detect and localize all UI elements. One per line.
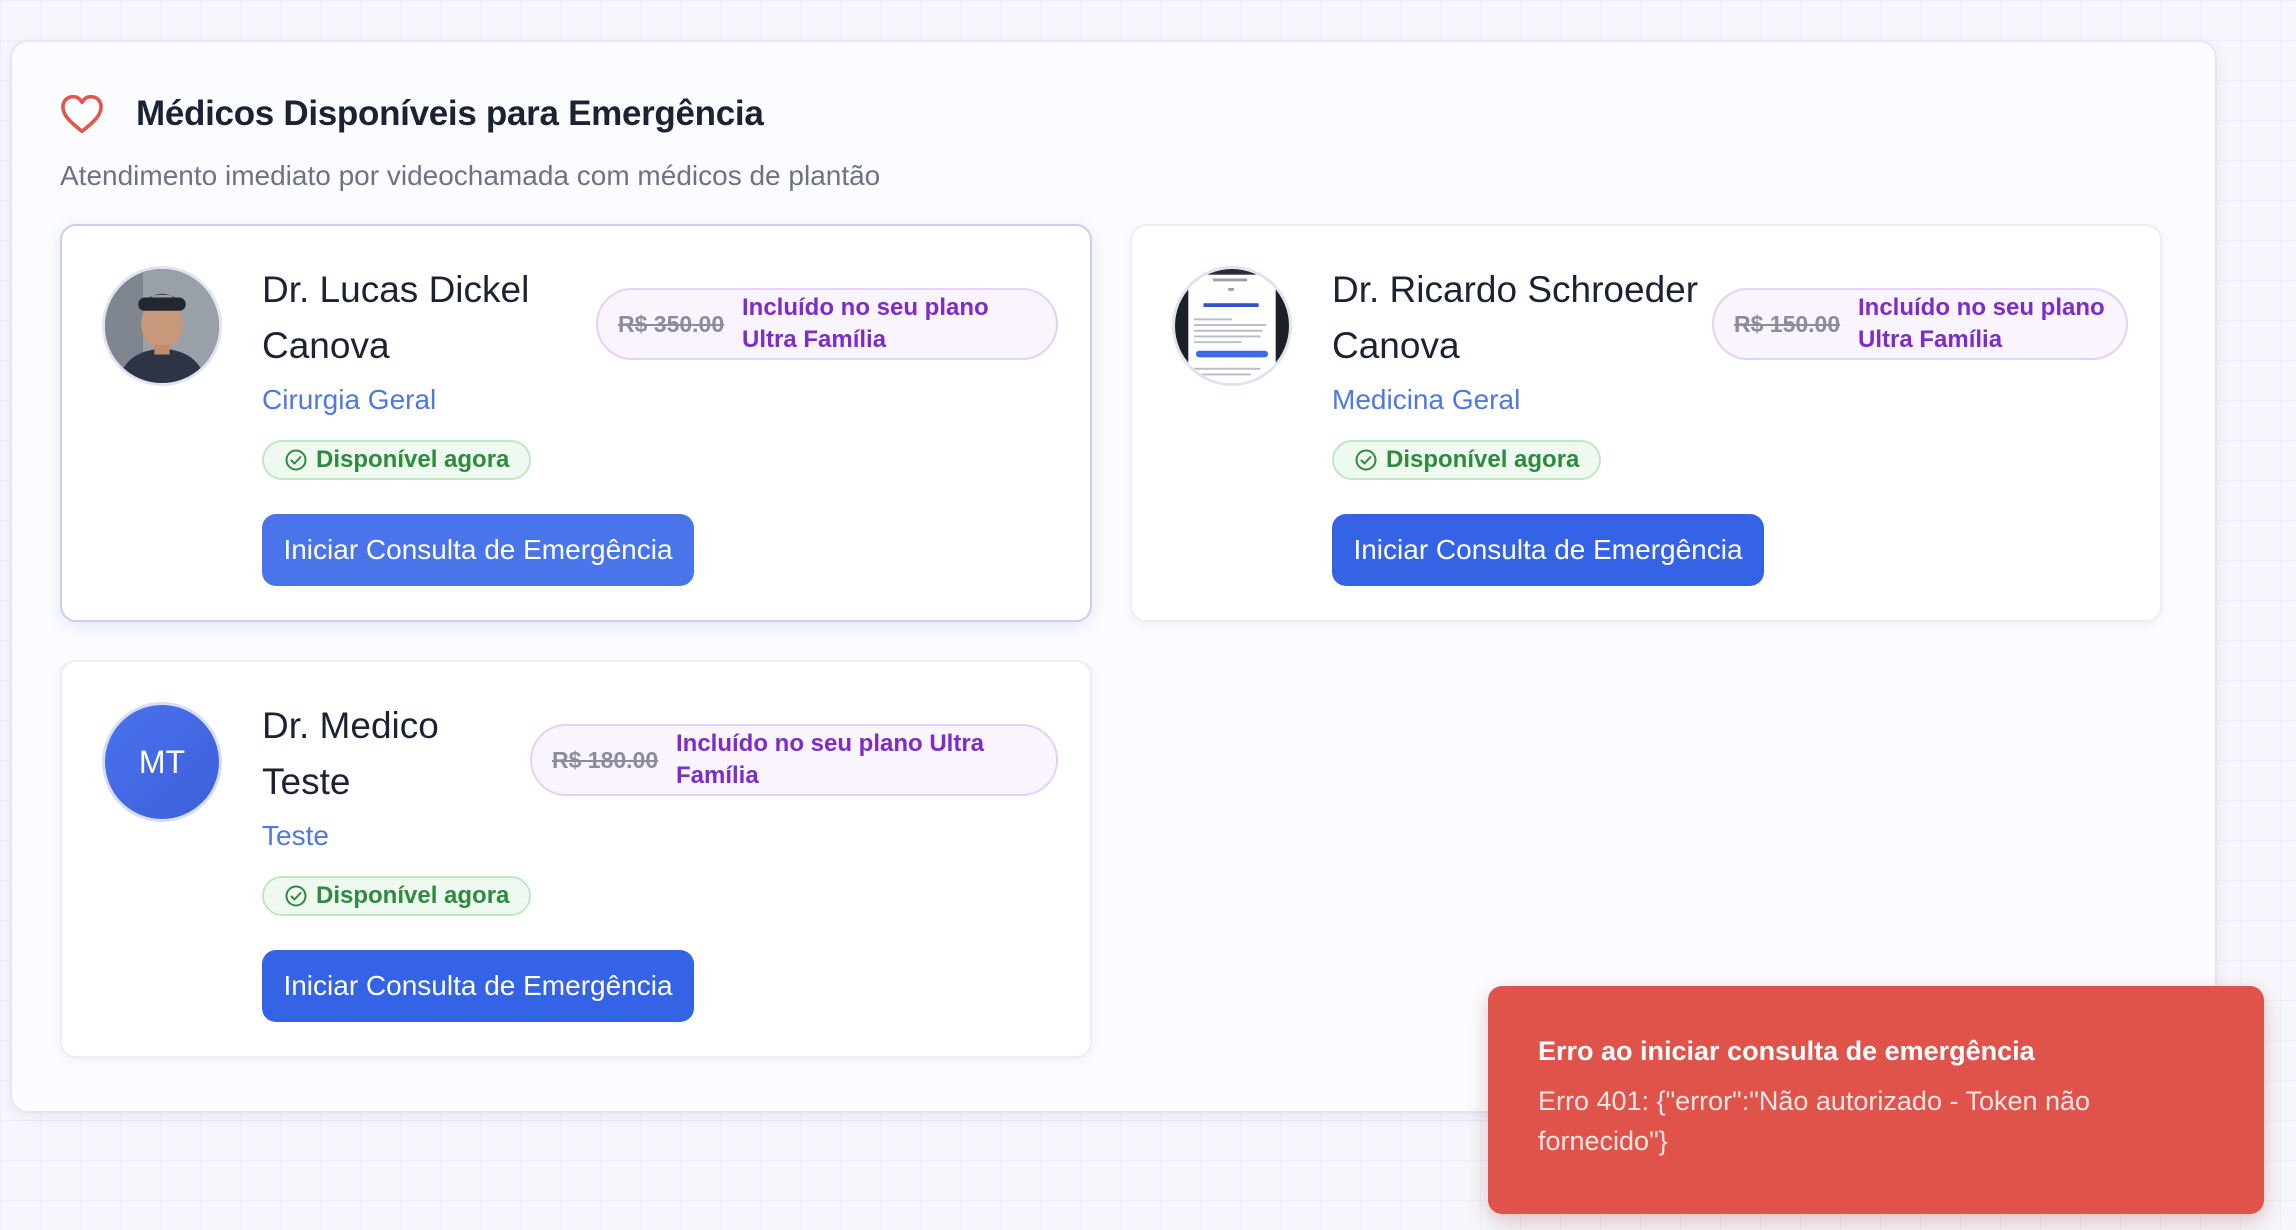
check-circle-icon bbox=[285, 885, 307, 907]
start-emergency-consult-button[interactable]: Iniciar Consulta de Emergência bbox=[1332, 514, 1764, 586]
status-badge: Disponível agora bbox=[262, 876, 532, 916]
panel-subtitle: Atendimento imediato por videochamada co… bbox=[60, 160, 881, 191]
doctor-photo-avatar bbox=[105, 269, 219, 383]
error-toast[interactable]: Erro ao iniciar consulta de emergência E… bbox=[1488, 986, 2264, 1214]
start-emergency-consult-button[interactable]: Iniciar Consulta de Emergência bbox=[262, 950, 694, 1022]
doctor-avatar bbox=[1172, 266, 1292, 386]
doctor-card[interactable]: Dr. Lucas Dickel Canova Cirurgia Geral R… bbox=[60, 224, 1092, 622]
doctor-name: Dr. Ricardo Schroeder Canova bbox=[1332, 269, 1699, 366]
panel-title: Médicos Disponíveis para Emergência bbox=[136, 94, 764, 133]
price-plan-badge: R$ 180.00 Incluído no seu plano Ultra Fa… bbox=[530, 724, 1058, 796]
toast-title: Erro ao iniciar consulta de emergência bbox=[1538, 1036, 2035, 1066]
doctor-specialty: Teste bbox=[262, 820, 329, 851]
doctor-avatar: MT bbox=[102, 702, 222, 822]
plan-included-label: Incluído no seu plano Ultra Família bbox=[676, 730, 985, 789]
price-plan-badge: R$ 150.00 Incluído no seu plano Ultra Fa… bbox=[1712, 288, 2128, 360]
doctor-specialty: Medicina Geral bbox=[1332, 384, 1521, 415]
original-price: R$ 150.00 bbox=[1734, 311, 1841, 337]
original-price: R$ 350.00 bbox=[618, 311, 725, 337]
emergency-doctors-panel: Médicos Disponíveis para Emergência Aten… bbox=[10, 40, 2217, 1113]
plan-included-label: Incluído no seu plano Ultra Família bbox=[1858, 294, 2105, 353]
panel-header: Médicos Disponíveis para Emergência bbox=[60, 94, 764, 134]
status-label: Disponível agora bbox=[1386, 446, 1580, 473]
doctor-screenshot-avatar bbox=[1175, 269, 1289, 383]
status-label: Disponível agora bbox=[316, 446, 510, 473]
doctor-name: Dr. Lucas Dickel Canova bbox=[262, 269, 530, 366]
check-circle-icon bbox=[1355, 449, 1377, 471]
doctor-card[interactable]: MT Dr. Medico Teste Teste R$ 180.00 Incl… bbox=[60, 660, 1092, 1058]
original-price: R$ 180.00 bbox=[552, 747, 659, 773]
doctor-avatar bbox=[102, 266, 222, 386]
doctor-specialty: Cirurgia Geral bbox=[262, 384, 437, 415]
check-circle-icon bbox=[285, 449, 307, 471]
status-badge: Disponível agora bbox=[262, 440, 532, 480]
doctor-card[interactable]: Dr. Ricardo Schroeder Canova Medicina Ge… bbox=[1130, 224, 2162, 622]
plan-included-label: Incluído no seu plano Ultra Família bbox=[742, 294, 989, 353]
toast-message: Erro 401: {"error":"Não autorizado - Tok… bbox=[1538, 1086, 2091, 1156]
start-emergency-consult-button[interactable]: Iniciar Consulta de Emergência bbox=[262, 514, 694, 586]
price-plan-badge: R$ 350.00 Incluído no seu plano Ultra Fa… bbox=[596, 288, 1058, 360]
status-badge: Disponível agora bbox=[1332, 440, 1602, 480]
heart-icon bbox=[61, 94, 103, 134]
status-label: Disponível agora bbox=[316, 882, 510, 909]
doctor-name: Dr. Medico Teste bbox=[262, 705, 439, 802]
